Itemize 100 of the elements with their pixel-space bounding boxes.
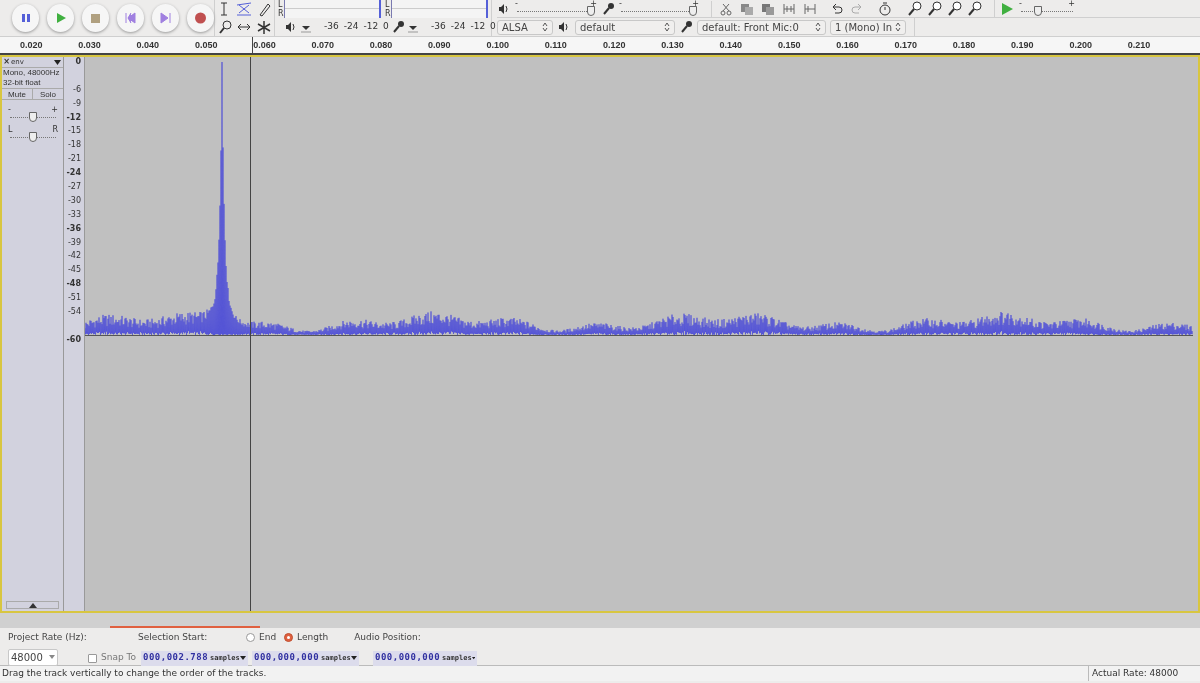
ruler-label: 0.200: [1069, 39, 1092, 52]
scale-label: -15: [67, 127, 81, 136]
cursor-line: [252, 37, 253, 53]
ruler-label: 0.040: [136, 39, 160, 52]
ruler-label: 0.210: [1127, 39, 1151, 52]
fit-selection-icon[interactable]: [947, 0, 964, 17]
spin-arrows-icon: [664, 22, 670, 32]
scale-label: -54: [67, 308, 81, 316]
scale-label: -18: [67, 141, 81, 150]
zoom-out-icon[interactable]: [927, 0, 944, 17]
slider-thumb[interactable]: [587, 6, 595, 16]
skip-to-end-button[interactable]: [152, 4, 179, 32]
ruler-label: 0.060: [253, 39, 276, 52]
slider-track[interactable]: [621, 6, 697, 17]
scale-label: -30: [67, 196, 81, 205]
dropdown-arrow-icon: [49, 655, 55, 659]
microphone-icon[interactable]: [391, 20, 405, 34]
ruler-label: 0.140: [719, 39, 743, 52]
slider-track[interactable]: [10, 132, 56, 143]
slider-track[interactable]: [10, 112, 56, 123]
ruler-label: 0.190: [1011, 39, 1034, 52]
fit-project-icon[interactable]: [967, 0, 984, 17]
timer-icon[interactable]: [877, 0, 893, 17]
scale-label: -6: [73, 85, 81, 94]
spin-arrows-icon: [895, 22, 901, 32]
slider-max-mark: +: [51, 106, 58, 113]
slider-thumb[interactable]: [1034, 6, 1043, 16]
ruler-label: 0.020: [20, 39, 43, 52]
scale-label: -48: [66, 280, 81, 289]
record-button[interactable]: [187, 4, 214, 32]
ruler-label: 0.050: [194, 39, 218, 52]
skip-to-start-button[interactable]: [117, 4, 144, 32]
scale-label: -51: [67, 294, 81, 303]
slider-track[interactable]: [517, 6, 595, 17]
zoom-in-icon[interactable]: [907, 0, 924, 17]
solo-button[interactable]: Solo: [33, 89, 63, 99]
scale-label: 0: [75, 58, 81, 66]
meter-tick-label: -12: [470, 20, 486, 34]
slider-max-mark: R: [52, 126, 58, 133]
recording-device-dropdown[interactable]: default: Front Mic:0: [697, 19, 826, 35]
collapse-track-button[interactable]: [6, 601, 59, 609]
timeline-ruler[interactable]: 0.020 0.030 0.040 0.050 0.060 0.070 0.080 0.090 0.100 0.110 0.120 0.130 0.140 0.150 0.160 0.170 0.180 0.190 0.200 0.210: [0, 37, 1200, 55]
meter-tick-label: -24: [343, 20, 359, 34]
selection-start-label: Selection Start:: [138, 631, 209, 644]
ruler-label: 0.130: [661, 39, 684, 52]
project-rate-dropdown[interactable]: 48000: [8, 648, 58, 666]
slider-min-mark: L: [8, 126, 13, 133]
speaker-icon[interactable]: [557, 20, 571, 34]
slider-track[interactable]: [1021, 6, 1073, 17]
scale-label: -45: [67, 266, 81, 275]
speaker-icon[interactable]: [284, 20, 298, 34]
microphone-icon[interactable]: [601, 1, 615, 16]
slider-min-mark: -: [515, 0, 518, 7]
scale-label: -42: [67, 252, 81, 261]
mute-button[interactable]: Mute: [2, 89, 33, 99]
scale-label: -21: [67, 155, 81, 164]
ruler-label: 0.100: [486, 39, 509, 52]
slider-min-mark: -: [619, 0, 622, 7]
scale-label: -33: [67, 210, 81, 219]
audio-host-dropdown[interactable]: ALSA: [497, 19, 553, 35]
ruler-label: 0.030: [78, 39, 101, 52]
ruler-label: 0.120: [603, 39, 626, 52]
up-arrow-icon: [28, 602, 37, 608]
slider-thumb[interactable]: [29, 112, 37, 122]
envelope-tool-icon[interactable]: [235, 0, 254, 18]
meter-tick-label: -36: [431, 20, 446, 34]
audio-position-label: Audio Position:: [354, 631, 421, 644]
slider-thumb[interactable]: [29, 132, 37, 142]
scale-label: -39: [67, 238, 81, 247]
slider-max-mark: +: [590, 0, 597, 7]
scale-label: -9: [73, 99, 81, 108]
track-format-text: Mono, 48000Hz: [2, 68, 61, 78]
microphone-icon[interactable]: [679, 20, 693, 34]
channel-label: R: [385, 9, 391, 18]
spin-arrows-icon: [542, 22, 548, 32]
dropdown-arrow-icon: [471, 656, 475, 660]
slider-min-mark: -: [8, 106, 11, 113]
pause-button[interactable]: [12, 4, 39, 32]
project-rate-label: Project Rate (Hz):: [8, 631, 88, 644]
ruler-label: 0.150: [777, 39, 801, 52]
slider-min-mark: -: [1019, 0, 1022, 7]
meter-tick-label: -36: [324, 20, 339, 34]
sample-format-text: 32-bit float: [2, 78, 42, 88]
recording-channels-dropdown[interactable]: 1 (Mono) In: [830, 19, 906, 35]
meter-tick-label: -24: [450, 20, 466, 34]
mode-radio[interactable]: End: [246, 631, 277, 645]
snap-to-checkbox[interactable]: Snap To: [88, 651, 136, 665]
scale-label: -27: [67, 183, 81, 191]
scale-label: -24: [66, 169, 81, 178]
ruler-label: 0.170: [894, 39, 918, 52]
close-track-button[interactable]: ×: [2, 58, 11, 66]
slider-thumb[interactable]: [689, 6, 697, 16]
playback-device-dropdown[interactable]: default: [575, 19, 675, 35]
play-button[interactable]: [47, 4, 74, 32]
mode-radio[interactable]: Length: [284, 631, 329, 645]
ruler-label: 0.090: [428, 39, 451, 52]
scale-label: -60: [66, 335, 81, 344]
ruler-label: 0.110: [544, 39, 567, 52]
slider-max-mark: +: [692, 0, 699, 7]
ruler-label: 0.080: [369, 39, 393, 52]
